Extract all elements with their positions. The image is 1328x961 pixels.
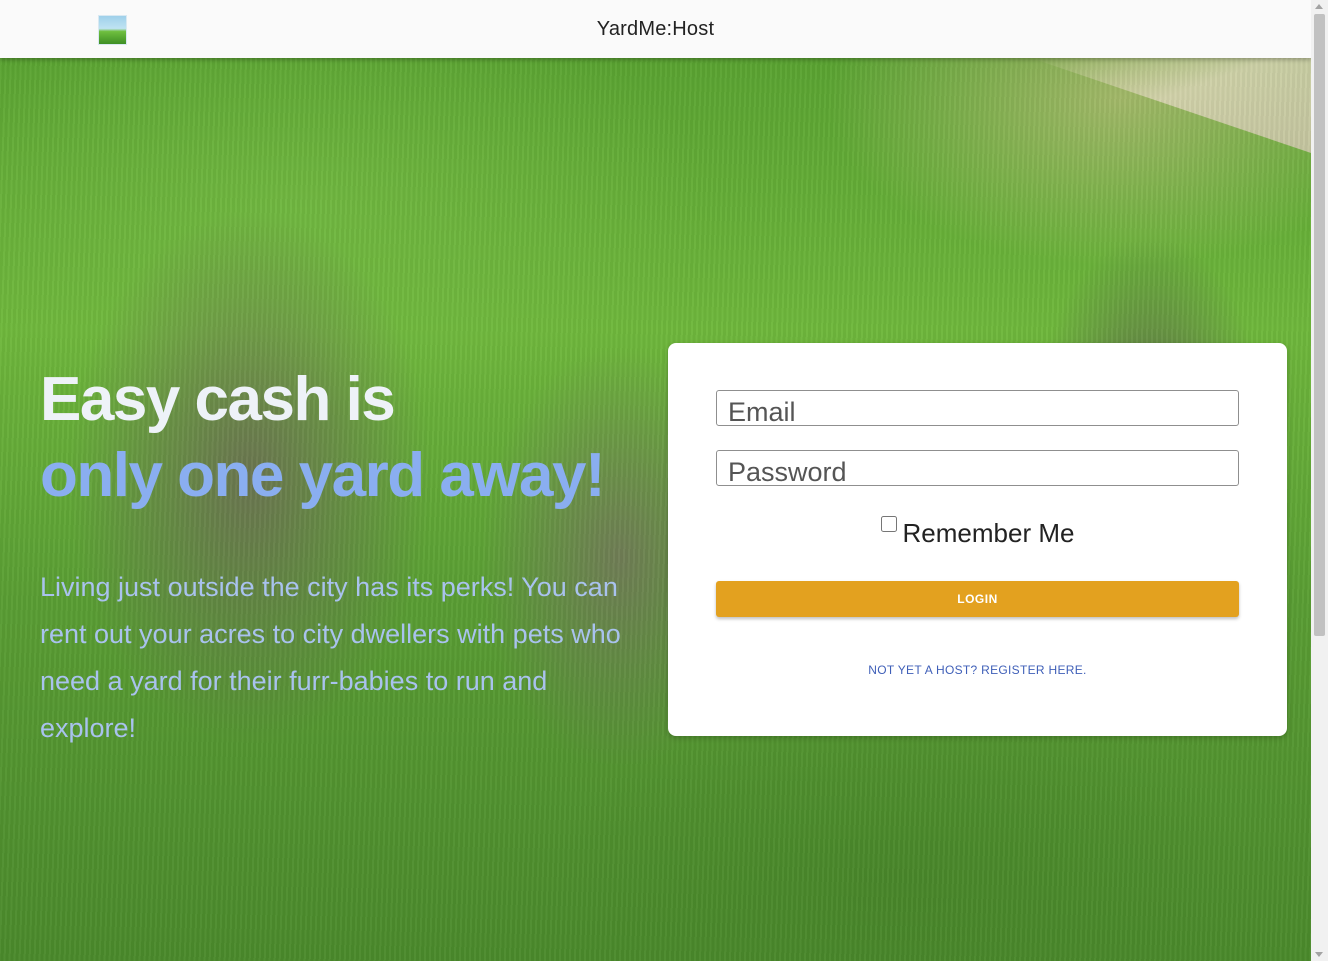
app-bar: YardMe:Host [0,0,1311,58]
headline-line-1: Easy cash is [40,365,396,434]
scroll-up-icon[interactable] [1315,4,1323,9]
scroll-down-icon[interactable] [1315,952,1323,957]
register-link[interactable]: NOT YET A HOST? REGISTER HERE. [668,663,1287,677]
login-button[interactable]: LOGIN [716,581,1239,617]
login-card: Remember Me LOGIN NOT YET A HOST? REGIST… [668,343,1287,736]
scroll-thumb[interactable] [1314,14,1325,636]
vertical-scrollbar[interactable] [1311,0,1328,961]
remember-me-checkbox[interactable] [880,516,897,532]
headline-line-2: only one yard away! [40,441,606,510]
app-title: YardMe:Host [596,18,715,40]
hero-headline: Easy cash is only one yard away! [40,362,660,514]
stone-wall-background [1031,58,1311,153]
remember-me-row[interactable]: Remember Me [668,516,1287,549]
email-field[interactable] [716,390,1239,426]
password-field[interactable] [716,450,1239,486]
hero-blurb: Living just outside the city has its per… [40,572,621,743]
remember-me-label: Remember Me [902,518,1075,548]
